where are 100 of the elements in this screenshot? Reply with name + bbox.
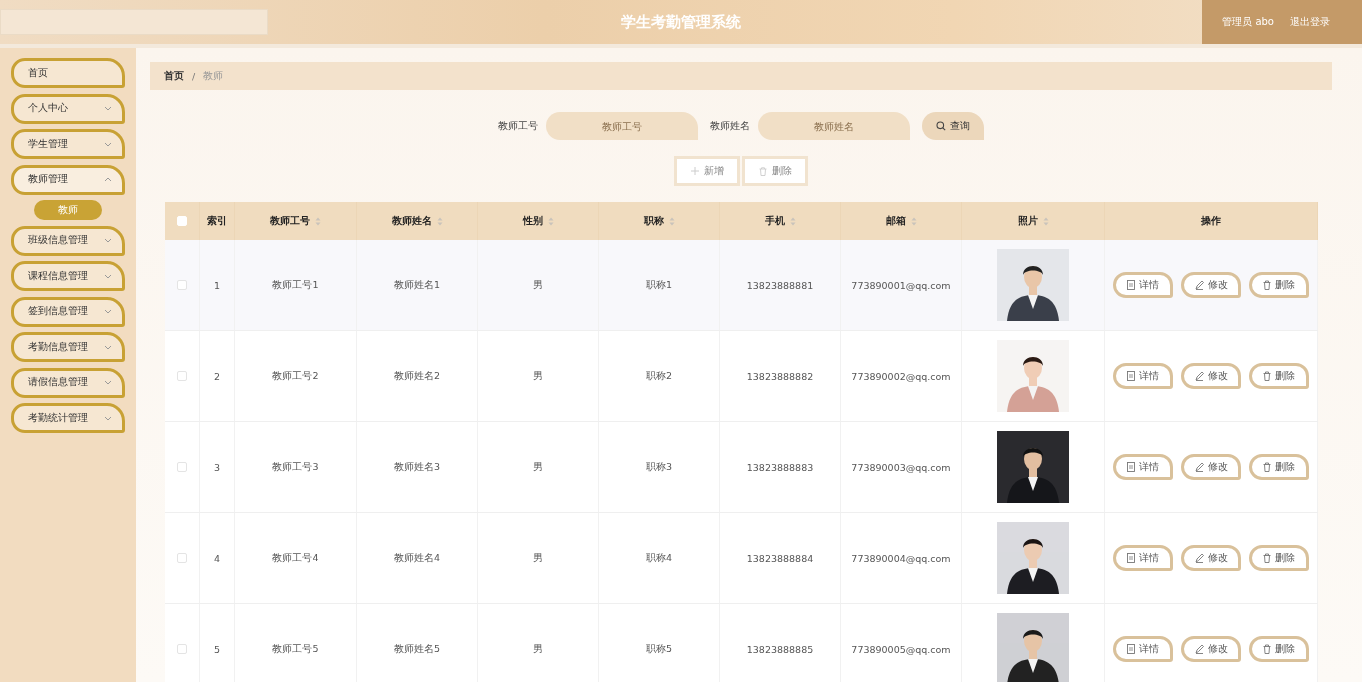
table-cell: 教师姓名2 — [393, 369, 440, 383]
sort-icon[interactable] — [315, 216, 321, 226]
table-cell: 男 — [533, 642, 543, 656]
column-header[interactable]: 照片 — [1017, 214, 1038, 228]
detail-button[interactable]: 详情 — [1113, 454, 1173, 480]
sort-icon[interactable] — [1042, 216, 1049, 226]
delete-row-button[interactable]: 删除 — [1249, 454, 1309, 480]
column-header[interactable]: 索引 — [207, 214, 227, 228]
field-label: 教师姓名 — [710, 119, 750, 133]
edit-button[interactable]: 修改 — [1181, 272, 1241, 298]
table-cell: 13823888883 — [746, 461, 814, 473]
sidebar-item[interactable]: 课程信息管理 — [11, 261, 125, 291]
edit-button[interactable]: 修改 — [1181, 636, 1241, 662]
table-cell: 职称1 — [645, 278, 672, 292]
pen-icon — [1194, 371, 1204, 381]
pen-icon — [1194, 280, 1204, 290]
sort-icon[interactable] — [668, 216, 675, 226]
select-all-checkbox[interactable] — [177, 216, 187, 226]
document-icon — [1127, 371, 1135, 381]
sort-icon[interactable] — [910, 216, 917, 226]
table-cell: 教师工号5 — [272, 642, 319, 656]
row-checkbox[interactable] — [177, 644, 187, 654]
delete-row-button[interactable]: 删除 — [1249, 545, 1309, 571]
table-cell: 4 — [213, 552, 220, 564]
breadcrumb-link[interactable]: 首页 — [164, 69, 184, 83]
table-cell: 教师工号1 — [272, 278, 319, 292]
trash-icon — [1263, 553, 1271, 563]
row-checkbox[interactable] — [177, 553, 187, 563]
table-cell: 教师工号3 — [272, 460, 319, 474]
sidebar-item[interactable]: 签到信息管理 — [11, 296, 125, 327]
column-header[interactable]: 教师姓名 — [391, 214, 432, 228]
search-field[interactable]: 教师姓名 — [758, 112, 910, 140]
table-cell: 男 — [533, 278, 543, 292]
table-cell: 13823888881 — [746, 279, 814, 291]
table-cell: 职称3 — [645, 460, 672, 474]
table-cell: 教师姓名4 — [393, 551, 440, 565]
user-name: 管理员 abo — [1222, 15, 1274, 29]
delete-row-button[interactable]: 删除 — [1249, 272, 1309, 298]
table-cell: 13823888884 — [746, 552, 814, 564]
table-cell: 773890001@qq.com — [851, 279, 951, 291]
column-header[interactable]: 性别 — [522, 214, 543, 228]
sidebar-item[interactable]: 首页 — [11, 58, 125, 88]
sort-icon[interactable] — [547, 216, 554, 226]
detail-button[interactable]: 详情 — [1113, 363, 1173, 389]
delete-row-button[interactable]: 删除 — [1249, 636, 1309, 662]
sidebar-item[interactable]: 学生管理 — [11, 129, 125, 159]
table-cell: 职称5 — [645, 642, 672, 656]
search-field[interactable]: 教师工号 — [546, 112, 698, 140]
column-header[interactable]: 操作 — [1201, 214, 1221, 228]
sidebar-item[interactable]: 班级信息管理 — [11, 225, 125, 256]
row-checkbox[interactable] — [177, 280, 187, 290]
table-cell: 男 — [533, 369, 543, 383]
table-cell: 职称4 — [645, 551, 672, 565]
pen-icon — [1194, 644, 1204, 654]
table-cell: 教师姓名3 — [393, 460, 440, 474]
table-cell: 773890003@qq.com — [851, 461, 951, 473]
sidebar-item[interactable]: 教师管理 — [11, 164, 125, 195]
table-cell: 5 — [213, 643, 220, 655]
column-header[interactable]: 教师工号 — [270, 214, 310, 228]
sidebar-item[interactable]: 个人中心 — [11, 93, 125, 124]
trash-icon — [1263, 280, 1271, 290]
table-cell: 1 — [213, 279, 220, 291]
search-button[interactable]: 查询 — [922, 112, 984, 140]
table-cell: 教师工号4 — [272, 551, 319, 565]
detail-button[interactable]: 详情 — [1113, 272, 1173, 298]
table-cell: 13823888882 — [746, 370, 814, 382]
table-cell: 教师姓名5 — [393, 642, 440, 656]
detail-button[interactable]: 详情 — [1113, 545, 1173, 571]
table-cell: 教师姓名1 — [393, 278, 440, 292]
document-icon — [1127, 462, 1135, 472]
detail-button[interactable]: 详情 — [1113, 636, 1173, 662]
table-cell: 职称2 — [645, 369, 672, 383]
field-label: 教师工号 — [498, 119, 538, 133]
delete-button[interactable]: 删除 — [742, 156, 808, 186]
column-header[interactable]: 邮箱 — [885, 214, 906, 228]
table-cell: 2 — [213, 370, 220, 382]
edit-button[interactable]: 修改 — [1181, 363, 1241, 389]
row-checkbox[interactable] — [177, 462, 187, 472]
app-title: 学生考勤管理系统 — [621, 12, 741, 32]
table-cell: 男 — [533, 460, 543, 474]
edit-button[interactable]: 修改 — [1181, 545, 1241, 571]
document-icon — [1127, 280, 1135, 290]
sidebar-item[interactable]: 请假信息管理 — [11, 367, 125, 398]
table-cell: 教师工号2 — [272, 369, 319, 383]
edit-button[interactable]: 修改 — [1181, 454, 1241, 480]
table-cell: 男 — [533, 551, 543, 565]
table-cell: 773890005@qq.com — [851, 643, 951, 655]
document-icon — [1127, 644, 1135, 654]
column-header[interactable]: 手机 — [764, 214, 785, 228]
row-checkbox[interactable] — [177, 371, 187, 381]
add-button[interactable]: 新增 — [674, 156, 740, 186]
sidebar-item[interactable]: 考勤信息管理 — [11, 332, 125, 362]
trash-icon — [758, 166, 767, 176]
plus-icon — [690, 167, 699, 175]
sidebar-item[interactable]: 考勤统计管理 — [11, 403, 125, 433]
column-header[interactable]: 职称 — [643, 214, 664, 228]
document-icon — [1127, 553, 1135, 563]
sort-icon[interactable] — [789, 216, 796, 226]
sort-icon[interactable] — [436, 216, 443, 226]
delete-row-button[interactable]: 删除 — [1249, 363, 1309, 389]
